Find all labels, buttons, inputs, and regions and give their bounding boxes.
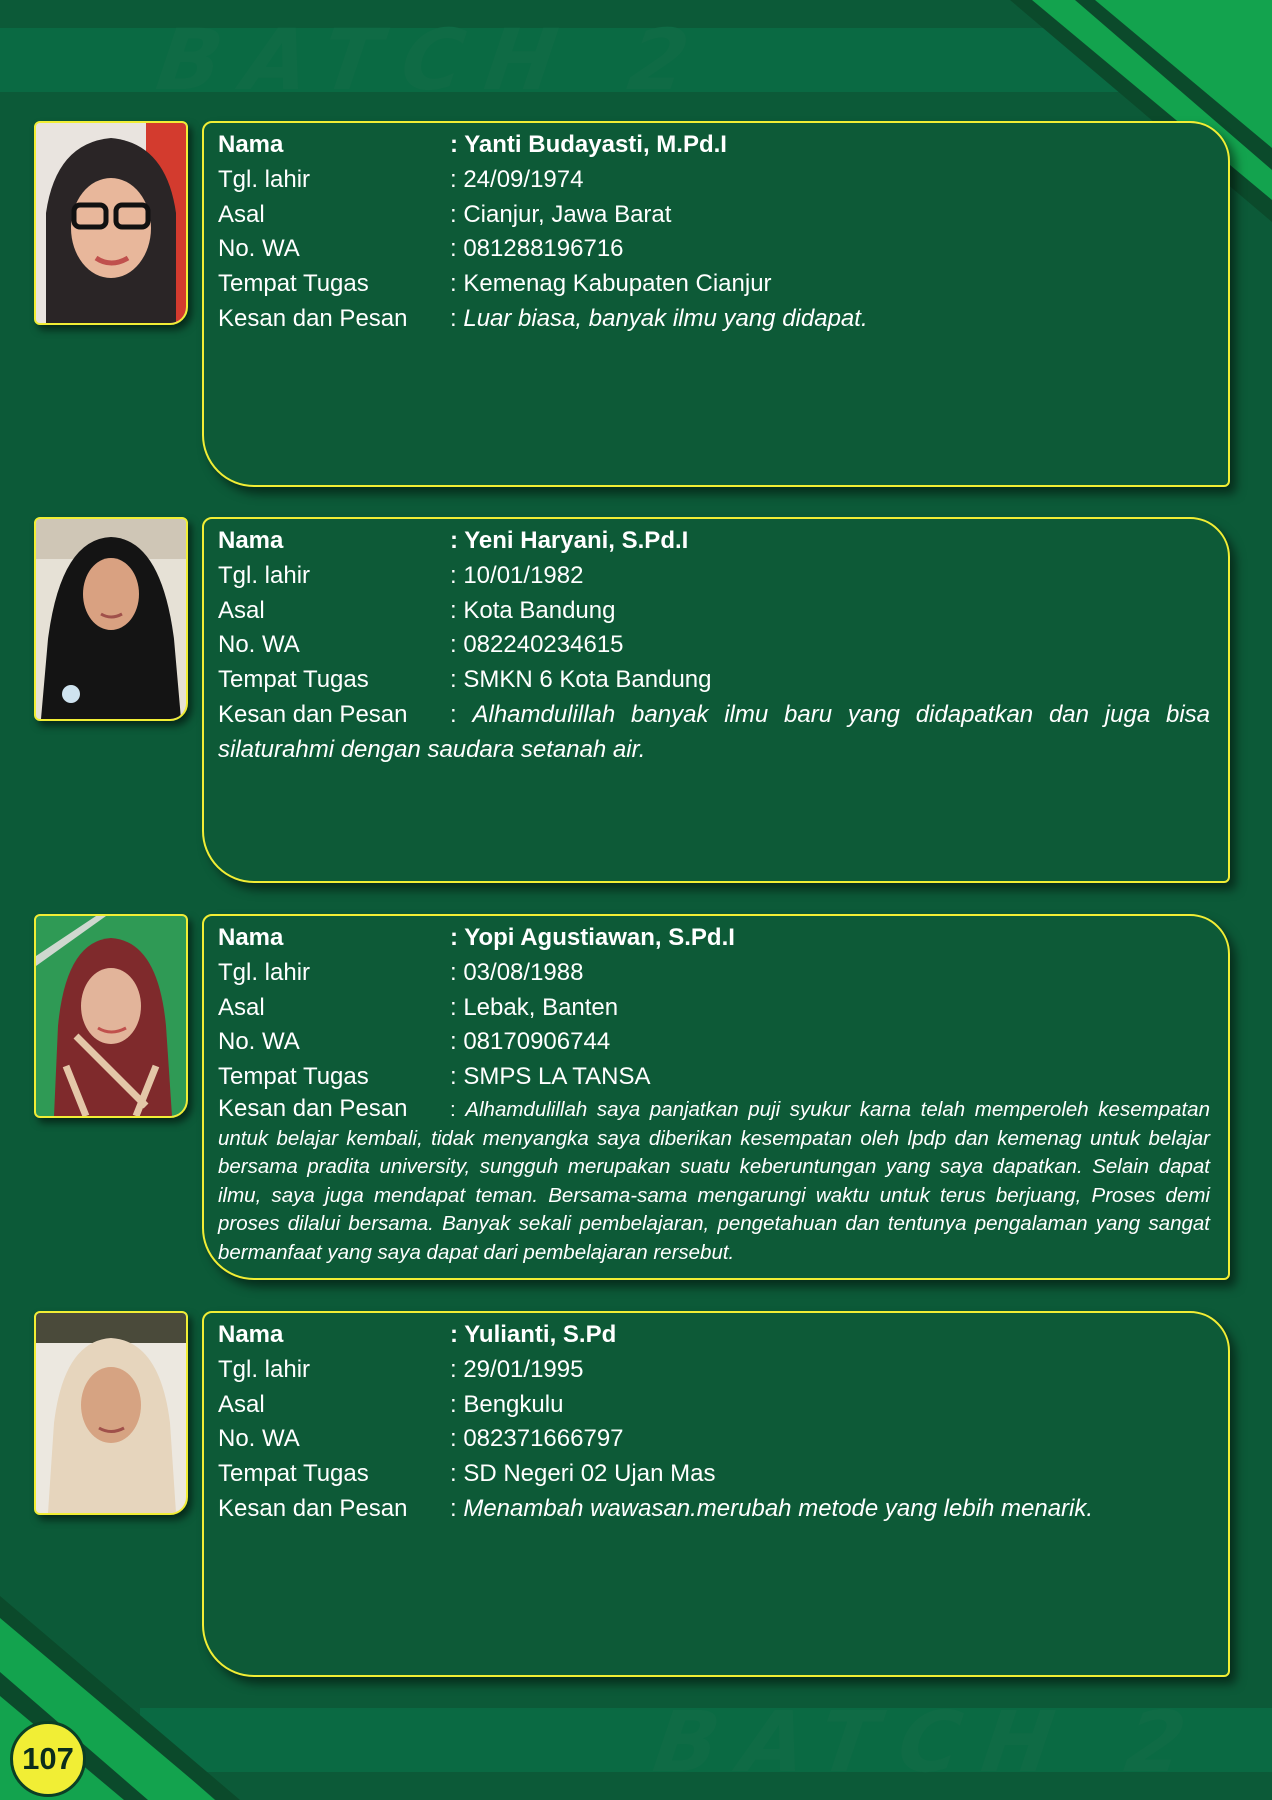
workplace-value: : SD Negeri 02 Ujan Mas xyxy=(450,1460,716,1488)
profile-card: Nama : Yulianti, S.Pd Tgl. lahir : 29/01/1… xyxy=(202,1311,1230,1677)
birthdate-value: : 10/01/1982 xyxy=(450,561,584,589)
name-label: Nama xyxy=(218,131,284,158)
page-number-badge: 107 xyxy=(10,1721,86,1797)
birthdate-row: Tgl. lahir : 03/08/1988 xyxy=(218,956,1210,991)
profile-card: Nama : Yopi Agustiawan, S.Pd.I Tgl. lahir… xyxy=(202,914,1230,1280)
origin-label: Asal xyxy=(218,993,265,1021)
workplace-row: Tempat Tugas : Kemenag Kabupaten Cianjur xyxy=(218,267,1210,302)
message-block: Kesan dan Pesan: Menambah wawasan.meruba… xyxy=(218,1492,1210,1527)
origin-value: : Cianjur, Jawa Barat xyxy=(450,200,672,228)
whatsapp-label: No. WA xyxy=(218,631,300,659)
header-batch-title: BATCH 2 xyxy=(151,11,717,109)
person-portrait-icon xyxy=(36,519,186,719)
whatsapp-value: : 081288196716 xyxy=(450,235,624,263)
message-block: Kesan dan Pesan: Alhamdulillah saya panj… xyxy=(218,1094,1210,1264)
message-label: Kesan dan Pesan xyxy=(218,1494,408,1522)
whatsapp-value: : 082371666797 xyxy=(450,1425,624,1453)
footer-batch-title: BATCH 2 xyxy=(648,1693,1214,1791)
workplace-row: Tempat Tugas : SD Negeri 02 Ujan Mas xyxy=(218,1457,1210,1492)
name-value: : Yopi Agustiawan, S.Pd.I xyxy=(450,924,735,951)
person-portrait-icon xyxy=(36,123,186,323)
origin-row: Asal : Bengkulu xyxy=(218,1388,1210,1423)
workplace-label: Tempat Tugas xyxy=(218,1460,369,1488)
whatsapp-value: : 08170906744 xyxy=(450,1028,611,1056)
message-label: Kesan dan Pesan xyxy=(218,700,408,728)
birthdate-row: Tgl. lahir : 10/01/1982 xyxy=(218,559,1210,594)
birthdate-row: Tgl. lahir : 29/01/1995 xyxy=(218,1353,1210,1388)
name-value: : Yeni Haryani, S.Pd.I xyxy=(450,527,689,554)
name-label: Nama xyxy=(218,527,284,554)
workplace-row: Tempat Tugas : SMPS LA TANSA xyxy=(218,1060,1210,1095)
origin-row: Asal : Kota Bandung xyxy=(218,594,1210,629)
name-value: : Yulianti, S.Pd xyxy=(450,1321,617,1348)
whatsapp-row: No. WA : 082371666797 xyxy=(218,1422,1210,1457)
whatsapp-row: No. WA : 08170906744 xyxy=(218,1025,1210,1060)
whatsapp-label: No. WA xyxy=(218,235,300,263)
origin-row: Asal : Lebak, Banten xyxy=(218,991,1210,1026)
birthdate-label: Tgl. lahir xyxy=(218,561,311,589)
profile-photo xyxy=(34,121,188,325)
name-label: Nama xyxy=(218,1321,284,1348)
origin-value: : Kota Bandung xyxy=(450,596,616,624)
profile-card: Nama : Yeni Haryani, S.Pd.I Tgl. lahir : 1… xyxy=(202,517,1230,883)
origin-label: Asal xyxy=(218,1390,265,1418)
name-row: Nama : Yopi Agustiawan, S.Pd.I xyxy=(218,921,1210,956)
message-text: Menambah wawasan.merubah metode yang leb… xyxy=(463,1494,1094,1522)
profile-photo xyxy=(34,1311,188,1515)
person-portrait-icon xyxy=(36,1313,186,1513)
workplace-value: : Kemenag Kabupaten Cianjur xyxy=(450,270,772,298)
whatsapp-row: No. WA : 081288196716 xyxy=(218,232,1210,267)
message-block: Kesan dan Pesan: Luar biasa, banyak ilmu… xyxy=(218,302,1210,337)
whatsapp-row: No. WA : 082240234615 xyxy=(218,628,1210,663)
birthdate-label: Tgl. lahir xyxy=(218,165,311,193)
origin-value: : Lebak, Banten xyxy=(450,993,619,1021)
whatsapp-label: No. WA xyxy=(218,1425,300,1453)
birthdate-label: Tgl. lahir xyxy=(218,1355,311,1383)
origin-label: Asal xyxy=(218,596,265,624)
workplace-label: Tempat Tugas xyxy=(218,666,369,694)
birthdate-value: : 29/01/1995 xyxy=(450,1355,584,1383)
birthdate-value: : 24/09/1974 xyxy=(450,165,584,193)
name-label: Nama xyxy=(218,924,284,951)
profile-photo xyxy=(34,517,188,721)
whatsapp-label: No. WA xyxy=(218,1028,300,1056)
name-row: Nama : Yulianti, S.Pd xyxy=(218,1318,1210,1353)
origin-value: : Bengkulu xyxy=(450,1390,564,1418)
birthdate-value: : 03/08/1988 xyxy=(450,958,584,986)
origin-label: Asal xyxy=(218,200,265,228)
birthdate-label: Tgl. lahir xyxy=(218,958,311,986)
message-label: Kesan dan Pesan xyxy=(218,1094,408,1122)
name-row: Nama : Yanti Budayasti, M.Pd.I xyxy=(218,128,1210,163)
workplace-value: : SMKN 6 Kota Bandung xyxy=(450,666,712,694)
workplace-label: Tempat Tugas xyxy=(218,270,369,298)
birthdate-row: Tgl. lahir : 24/09/1974 xyxy=(218,163,1210,198)
message-block: Kesan dan Pesan: Alhamdulillah banyak il… xyxy=(218,698,1210,768)
person-portrait-icon xyxy=(36,916,186,1116)
whatsapp-value: : 082240234615 xyxy=(450,631,624,659)
origin-row: Asal : Cianjur, Jawa Barat xyxy=(218,198,1210,233)
message-label: Kesan dan Pesan xyxy=(218,304,408,332)
workplace-label: Tempat Tugas xyxy=(218,1063,369,1091)
workplace-row: Tempat Tugas : SMKN 6 Kota Bandung xyxy=(218,663,1210,698)
message-text: Luar biasa, banyak ilmu yang didapat. xyxy=(463,304,868,332)
name-row: Nama : Yeni Haryani, S.Pd.I xyxy=(218,524,1210,559)
profile-card: Nama : Yanti Budayasti, M.Pd.I Tgl. lahir… xyxy=(202,121,1230,487)
profile-photo xyxy=(34,914,188,1118)
workplace-value: : SMPS LA TANSA xyxy=(450,1063,651,1091)
name-value: : Yanti Budayasti, M.Pd.I xyxy=(450,131,727,158)
